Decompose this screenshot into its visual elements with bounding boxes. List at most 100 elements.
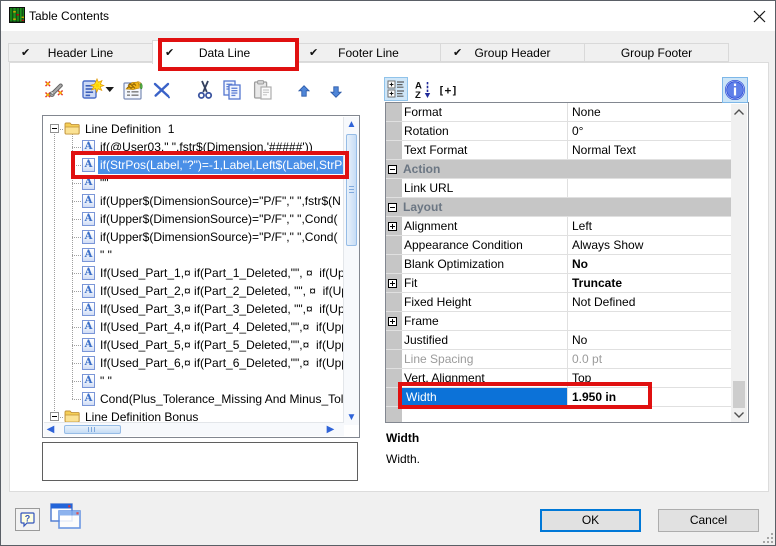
property-value: Normal Text (572, 143, 636, 157)
tree-item-row[interactable]: Aif(Upper$(DimensionSource)="P/F"," ",Co… (43, 210, 343, 228)
grid-property-row[interactable]: Link URL (386, 179, 732, 198)
grid-property-row[interactable]: Fixed Height Not Defined (386, 293, 732, 312)
tree-item-label: If(Used_Part_5,¤ if(Part_5_Deleted,"",¤ … (100, 338, 343, 352)
tree-branch-line (72, 219, 82, 220)
new-line-icon[interactable] (80, 77, 114, 103)
text-line-icon: A (82, 302, 95, 316)
property-value: Truncate (572, 276, 623, 290)
tree-branch-line (72, 255, 82, 256)
tree-horizontal-scrollbar[interactable]: ◀ ▶ (44, 422, 344, 436)
tree-branch-line (72, 363, 82, 364)
tree-item-row[interactable]: A If(Used_Part_2,¤ if(Part_2_Deleted, "",… (43, 282, 343, 300)
grid-property-row[interactable]: Fit Truncate (386, 274, 732, 293)
tree-item-label: if(Upper$(DimensionSource)="P/F"," ",fst… (100, 194, 341, 208)
tree-item-row[interactable]: A " " (43, 246, 343, 264)
tree-item-row[interactable]: A " " (43, 372, 343, 390)
tab-group-footer[interactable]: Group Footer (584, 43, 729, 62)
grid-property-row[interactable]: Format None (386, 103, 732, 122)
grid-category-row[interactable]: Layout (386, 198, 732, 217)
tab-group-header[interactable]: ✔ Group Header (440, 43, 585, 62)
paste-icon[interactable] (252, 79, 274, 104)
grid-scrollbar[interactable] (731, 104, 747, 422)
property-value: Always Show (572, 238, 644, 252)
expand-icon[interactable] (388, 317, 397, 326)
tree-branch-line (72, 147, 82, 148)
collapse-icon[interactable] (388, 165, 397, 174)
property-name: Fit (404, 276, 418, 290)
expand-icon[interactable] (388, 222, 397, 231)
scroll-left-icon[interactable]: ◀ (46, 423, 55, 436)
collapse-icon[interactable] (388, 203, 397, 212)
scroll-down-icon[interactable] (731, 410, 747, 420)
property-value: Not Defined (572, 295, 636, 309)
cancel-button[interactable]: Cancel (658, 509, 759, 532)
scroll-down-icon[interactable]: ▼ (344, 412, 359, 423)
grid-property-row[interactable]: Frame (386, 312, 732, 331)
text-line-icon: A (82, 356, 95, 370)
tab-header-line[interactable]: ✔ Header Line (8, 43, 153, 62)
expand-icon[interactable] (388, 279, 397, 288)
close-icon[interactable] (753, 10, 766, 23)
tree-item-row[interactable]: Aif(Upper$(DimensionSource)="P/F"," ",Co… (43, 228, 343, 246)
property-value (572, 312, 730, 330)
text-line-icon: A (82, 230, 95, 244)
property-description: Width Width. (385, 424, 749, 481)
tree-collapse-icon[interactable] (50, 124, 59, 133)
tree-branch-line (72, 183, 82, 184)
tab-footer-line[interactable]: ✔ Footer Line (296, 43, 441, 62)
table-contents-dialog: Table Contents ✔ Header Line ✔ Data Line ✔ Fo… (0, 0, 776, 546)
tree-folder-row[interactable]: Line Definition 1 (43, 120, 343, 138)
ok-button[interactable]: OK (540, 509, 641, 532)
formula-wizard-icon[interactable] (43, 79, 65, 104)
grid-property-row[interactable]: Rotation 0° (386, 122, 732, 141)
grid-property-row[interactable]: Justified No (386, 331, 732, 350)
categorized-view-button[interactable] (384, 77, 408, 101)
tree-item-row[interactable]: A If(Used_Part_3,¤ if(Part_3_Deleted, "",… (43, 300, 343, 318)
tab-page: Line Definition 1 Aif(@User03," ",fstr$(D… (9, 62, 769, 492)
tree-collapse-icon[interactable] (50, 412, 59, 421)
tab-label: Group Footer (620, 45, 693, 60)
scroll-up-icon[interactable]: ▲ (344, 119, 359, 130)
property-value: No (572, 257, 588, 271)
grid-scroll-thumb[interactable] (733, 381, 745, 408)
tree-branch-line (72, 345, 82, 346)
tree-item-row[interactable]: A If(Used_Part_6,¤ if(Part_6_Deleted,"",¤… (43, 354, 343, 372)
text-line-icon: A (82, 374, 95, 388)
scroll-up-icon[interactable] (731, 107, 747, 117)
title-bar: Table Contents (1, 1, 775, 31)
tree-item-row[interactable]: A If(Used_Part_5,¤ if(Part_5_Deleted,"",¤… (43, 336, 343, 354)
delete-icon[interactable] (151, 79, 173, 104)
scroll-right-icon[interactable]: ▶ (326, 423, 335, 436)
property-value (572, 179, 730, 197)
tree-branch-line (72, 237, 82, 238)
tree-item-row[interactable]: A If(Used_Part_4,¤ if(Part_4_Deleted,"",¤… (43, 318, 343, 336)
property-value: No (572, 333, 588, 347)
sort-alphabetical-icon[interactable]: A Z (414, 80, 434, 102)
svg-text:Z: Z (415, 90, 421, 99)
info-button[interactable] (722, 77, 748, 103)
tree-item-label: If(Used_Part_6,¤ if(Part_6_Deleted,"",¤ … (100, 356, 343, 370)
grid-property-row[interactable]: Alignment Left (386, 217, 732, 236)
resize-grip[interactable] (763, 533, 773, 543)
tree-item-row[interactable]: Aif(Upper$(DimensionSource)="P/F"," ",fs… (43, 192, 343, 210)
tree-branch-line (72, 273, 82, 274)
cut-icon[interactable] (196, 79, 214, 104)
expand-all-icon[interactable]: [+] (438, 84, 458, 97)
grid-property-row[interactable]: Appearance Condition Always Show (386, 236, 732, 255)
copy-icon[interactable] (221, 79, 243, 104)
move-up-icon[interactable] (297, 85, 311, 100)
tree-item-row[interactable]: A If(Used_Part_1,¤ if(Part_1_Deleted,"", … (43, 264, 343, 282)
grid-property-row[interactable]: Text Format Normal Text (386, 141, 732, 160)
help-button[interactable]: ? (15, 508, 40, 531)
tab-label: Footer Line (338, 45, 399, 60)
grid-property-row[interactable]: Line Spacing 0.0 pt (386, 350, 732, 369)
move-down-icon[interactable] (329, 86, 343, 101)
column-divider (567, 255, 568, 273)
grid-property-row[interactable]: Blank Optimization No (386, 255, 732, 274)
edit-contents-icon[interactable] (122, 79, 146, 104)
text-line-icon: A (82, 266, 95, 280)
grid-category-row[interactable]: Action (386, 160, 732, 179)
overlapping-windows-icon[interactable] (50, 503, 84, 535)
tree-item-row[interactable]: A Cond(Plus_Tolerance_Missing And Minus_T… (43, 390, 343, 408)
tree-hscroll-thumb[interactable] (64, 425, 121, 434)
